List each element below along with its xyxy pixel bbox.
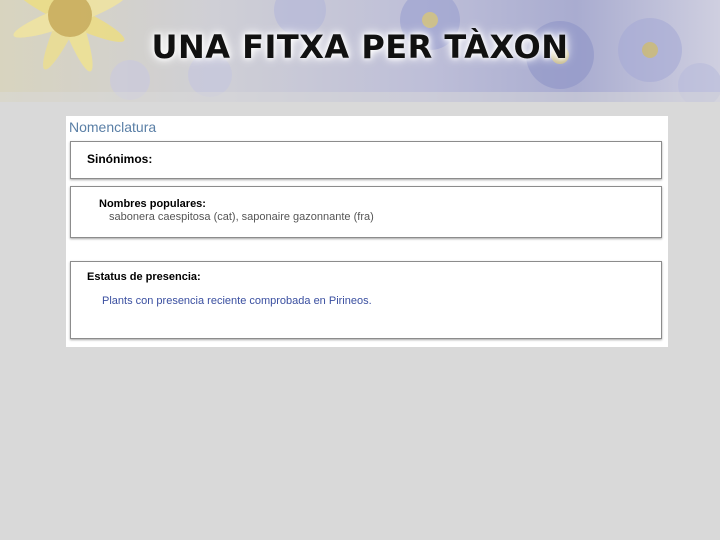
slide-title: UNA FITXA PER TÀXON [151,28,569,66]
popular-names-box: Nombres populares: sabonera caespitosa (… [70,186,662,238]
flower-banner: UNA FITXA PER TÀXON [0,0,720,102]
presence-status-value: Plants con presencia reciente comprobada… [102,295,372,307]
popular-names-value: sabonera caespitosa (cat), saponaire gaz… [109,211,374,223]
synonyms-box: Sinónimos: [70,141,662,179]
presence-status-label: Estatus de presencia: [87,271,201,283]
popular-names-label: Nombres populares: [99,198,206,210]
presence-status-box: Estatus de presencia: Plants con presenc… [70,261,662,339]
panel-title: Nomenclatura [69,119,157,135]
synonyms-label: Sinónimos: [87,152,153,166]
nomenclature-panel: Nomenclatura Sinónimos: Nombres populare… [66,116,668,347]
